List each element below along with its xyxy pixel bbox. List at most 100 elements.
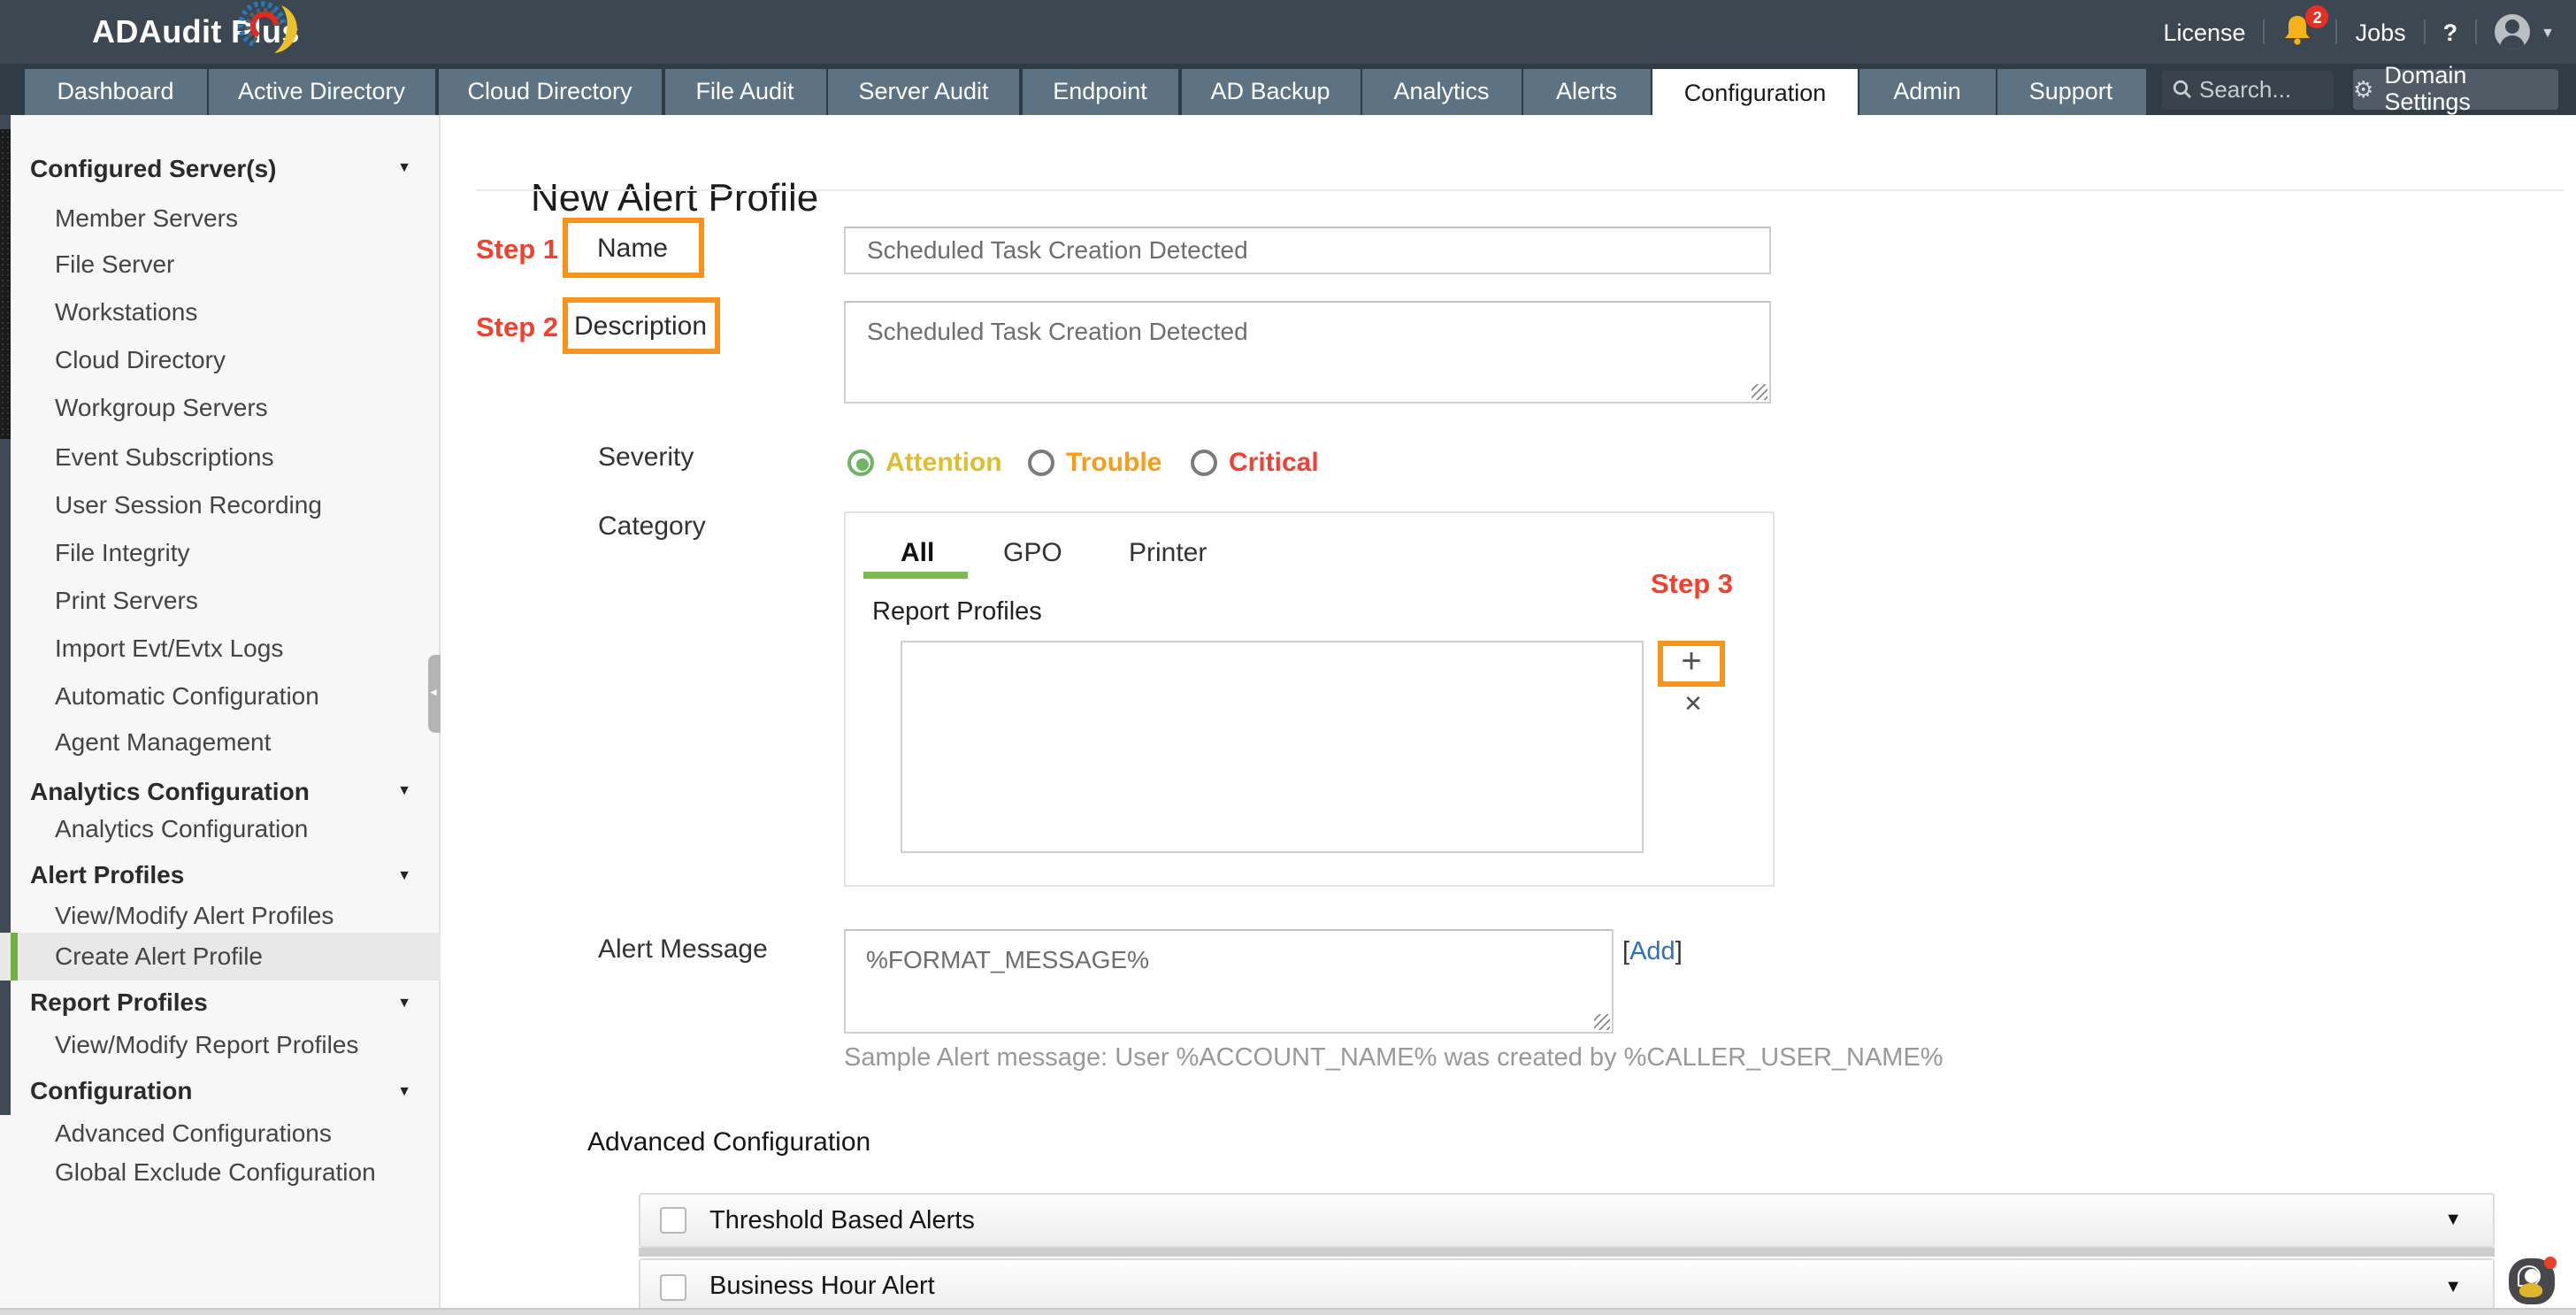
sidebar-item-agent-management[interactable]: Agent Management (0, 718, 440, 765)
sidebar-item-workstations[interactable]: Workstations (0, 288, 440, 335)
severity-option-label[interactable]: Attention (886, 447, 1002, 477)
alert-message-textarea[interactable]: %FORMAT_MESSAGE% (843, 929, 1614, 1034)
sidebar-item-label: Advanced Configurations (55, 1119, 332, 1147)
expand-chevron-icon[interactable]: ▼ (2444, 1211, 2462, 1230)
sidebar-item-user-session-recording[interactable]: User Session Recording (0, 480, 440, 527)
nav-tab-admin[interactable]: Admin (1859, 68, 1995, 114)
sidebar-item-create-alert-profile[interactable]: Create Alert Profile (0, 932, 440, 980)
step2-annotation: Step 2 (476, 313, 559, 343)
nav-tab-active-directory[interactable]: Active Directory (209, 68, 434, 114)
domain-settings-button[interactable]: ⚙ Domain Settings (2353, 63, 2557, 116)
description-textarea[interactable]: Scheduled Task Creation Detected (844, 301, 1771, 404)
nav-tab-analytics[interactable]: Analytics (1362, 68, 1521, 114)
sidebar-item-import-evt-evtx-logs[interactable]: Import Evt/Evtx Logs (0, 623, 440, 671)
advanced-row-label: Business Hour Alert (709, 1273, 935, 1301)
chat-notification-dot (2543, 1256, 2556, 1268)
live-chat-button[interactable] (2509, 1256, 2556, 1303)
remove-report-profile-button[interactable]: ✕ (1672, 689, 1714, 718)
nav-tab-dashboard[interactable]: Dashboard (25, 68, 206, 114)
step3-annotation: Step 3 (1651, 570, 1734, 600)
nav-tab-server-audit[interactable]: Server Audit (828, 68, 1019, 114)
app: ADAudit Plus License 2 Jobs ? ▼ Dashboar… (0, 0, 2576, 1315)
user-avatar[interactable] (2495, 14, 2531, 50)
checkbox[interactable] (660, 1207, 686, 1234)
sidebar-item-label: File Integrity (55, 537, 190, 565)
chevron-down-icon: ▼ (397, 159, 411, 175)
radio-icon[interactable] (847, 449, 873, 475)
search-icon (2173, 81, 2191, 99)
nav-tab-cloud-directory[interactable]: Cloud Directory (438, 68, 662, 114)
sidebar-item-member-servers[interactable]: Member Servers (0, 193, 440, 241)
sidebar-item-print-servers[interactable]: Print Servers (0, 575, 440, 623)
expand-chevron-icon[interactable]: ▼ (2444, 1277, 2462, 1296)
sidebar-item-configured-server-s-[interactable]: Configured Server(s) ▼ (0, 143, 440, 191)
user-menu-caret-icon[interactable]: ▼ (2541, 24, 2555, 40)
sidebar-item-label: Event Subscriptions (55, 442, 274, 470)
sidebar-item-label: Member Servers (55, 203, 238, 231)
nav-tab-file-audit[interactable]: File Audit (664, 68, 825, 114)
license-link[interactable]: License (2164, 19, 2246, 45)
category-tab-gpo[interactable]: GPO (1003, 537, 1062, 567)
sidebar-item-report-profiles[interactable]: Report Profiles ▼ (0, 978, 440, 1026)
severity-option-label[interactable]: Trouble (1066, 447, 1162, 477)
sidebar-item-global-exclude-configuration[interactable]: Global Exclude Configuration (0, 1148, 440, 1196)
severity-radio-critical[interactable]: Critical (1190, 447, 1319, 477)
sidebar-item-label: Analytics Configuration (30, 776, 310, 804)
notifications-bell-icon[interactable]: 2 (2283, 5, 2329, 50)
sidebar-item-label: Workstations (55, 297, 198, 326)
sidebar-item-file-integrity[interactable]: File Integrity (0, 527, 440, 575)
sidebar-item-label: File Server (55, 250, 175, 278)
sidebar-item-label: Cloud Directory (55, 345, 226, 373)
nav-tab-configuration[interactable]: Configuration (1652, 68, 1858, 118)
sidebar-item-label: Alert Profiles (30, 860, 185, 888)
jobs-link[interactable]: Jobs (2356, 19, 2406, 45)
sidebar-item-label: Configuration (30, 1076, 193, 1104)
add-message-link[interactable]: [Add] (1622, 937, 1683, 965)
radio-icon[interactable] (1027, 449, 1054, 475)
nav-tab-support[interactable]: Support (1997, 68, 2145, 114)
nav-tab-alerts[interactable]: Alerts (1523, 68, 1650, 114)
app-logo[interactable]: ADAudit Plus (92, 0, 300, 64)
severity-label: Severity (598, 442, 694, 473)
description-label: Description (573, 311, 708, 341)
radio-icon[interactable] (1190, 449, 1216, 475)
sidebar-item-automatic-configuration[interactable]: Automatic Configuration (0, 671, 440, 719)
sidebar-item-view-modify-report-profiles[interactable]: View/Modify Report Profiles (0, 1020, 440, 1068)
divider (2475, 19, 2478, 44)
nav-tab-ad-backup[interactable]: AD Backup (1181, 68, 1360, 114)
sidebar-item-file-server[interactable]: File Server (0, 240, 440, 288)
logo-swoosh-icon (238, 1, 297, 53)
sidebar-item-cloud-directory[interactable]: Cloud Directory (0, 335, 440, 383)
severity-radio-trouble[interactable]: Trouble (1027, 447, 1162, 477)
divider (2335, 19, 2338, 44)
nav-tab-endpoint[interactable]: Endpoint (1022, 68, 1178, 114)
report-profiles-listbox[interactable] (900, 641, 1644, 853)
advanced-row-label: Threshold Based Alerts (709, 1206, 975, 1234)
sidebar-item-event-subscriptions[interactable]: Event Subscriptions (0, 432, 440, 480)
sidebar-item-workgroup-servers[interactable]: Workgroup Servers (0, 383, 440, 431)
sidebar-item-analytics-configuration[interactable]: Analytics Configuration (0, 804, 440, 852)
horizontal-scrollbar[interactable] (0, 1307, 2576, 1315)
sidebar-item-configuration[interactable]: Configuration ▼ (0, 1066, 440, 1114)
bracket: ] (1675, 937, 1683, 965)
category-tab-all[interactable]: All (901, 537, 934, 567)
advanced-row-threshold-based-alerts[interactable]: Threshold Based Alerts ▼ (639, 1193, 2494, 1248)
chat-person-body (2519, 1283, 2542, 1297)
checkbox[interactable] (660, 1273, 686, 1300)
sidebar-collapse-handle[interactable]: ◄ (427, 655, 440, 733)
topbar: ADAudit Plus License 2 Jobs ? ▼ (0, 0, 2576, 64)
severity-radio-attention[interactable]: Attention (847, 447, 1002, 477)
category-tab-printer[interactable]: Printer (1129, 537, 1207, 567)
category-panel: All GPO Printer Report Profiles Step 3 + ✕ (843, 511, 1774, 887)
search-box[interactable]: Search... (2162, 71, 2334, 109)
step1-annotation: Step 1 (476, 235, 559, 265)
page-title: New Alert Profile (531, 174, 819, 219)
add-report-profile-button[interactable]: + (1658, 641, 1725, 687)
resize-handle-icon[interactable] (1751, 383, 1767, 399)
resize-handle-icon[interactable] (1593, 1013, 1609, 1029)
severity-option-label[interactable]: Critical (1229, 447, 1319, 477)
help-link[interactable]: ? (2443, 19, 2458, 45)
name-input[interactable] (844, 226, 1771, 273)
sidebar-item-label: Create Alert Profile (55, 942, 263, 970)
sample-alert-message: Sample Alert message: User %ACCOUNT_NAME… (844, 1044, 1944, 1073)
